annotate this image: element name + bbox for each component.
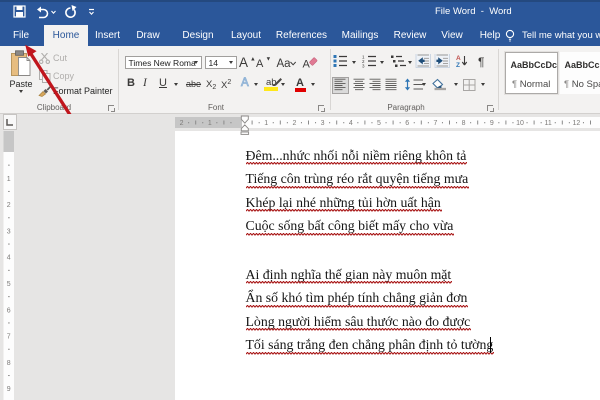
svg-text:▲: ▲ [250,57,256,63]
svg-text:5: 5 [7,281,11,288]
svg-text:6: 6 [7,307,11,314]
svg-text:2: 2 [292,120,296,127]
svg-text:Z: Z [456,62,460,68]
svg-text:5: 5 [377,120,381,127]
svg-text:4: 4 [7,255,11,262]
svg-text:1: 1 [7,176,11,183]
svg-text:1: 1 [208,120,212,127]
svg-text:11: 11 [545,120,552,127]
svg-text:9: 9 [7,386,11,393]
svg-text:Aa: Aa [277,58,292,70]
svg-text:8: 8 [462,120,466,127]
svg-text:2: 2 [180,120,184,127]
svg-text:8: 8 [7,360,11,367]
svg-text:7: 7 [7,334,11,341]
svg-text:3: 3 [7,228,11,235]
svg-text:3: 3 [362,63,365,68]
svg-text:10: 10 [516,120,524,127]
svg-text:▼: ▼ [266,57,272,63]
svg-text:2: 2 [7,202,11,209]
svg-text:A: A [456,55,461,62]
svg-text:6: 6 [405,120,409,127]
svg-text:1: 1 [264,120,268,127]
svg-text:3: 3 [321,120,325,127]
svg-text:A: A [256,58,264,70]
svg-text:4: 4 [349,120,353,127]
svg-text:12: 12 [573,120,581,127]
svg-text:A: A [303,59,311,71]
svg-text:7: 7 [433,120,437,127]
svg-text:¶: ¶ [478,55,484,68]
svg-text:A: A [239,55,248,70]
svg-text:9: 9 [490,120,494,127]
